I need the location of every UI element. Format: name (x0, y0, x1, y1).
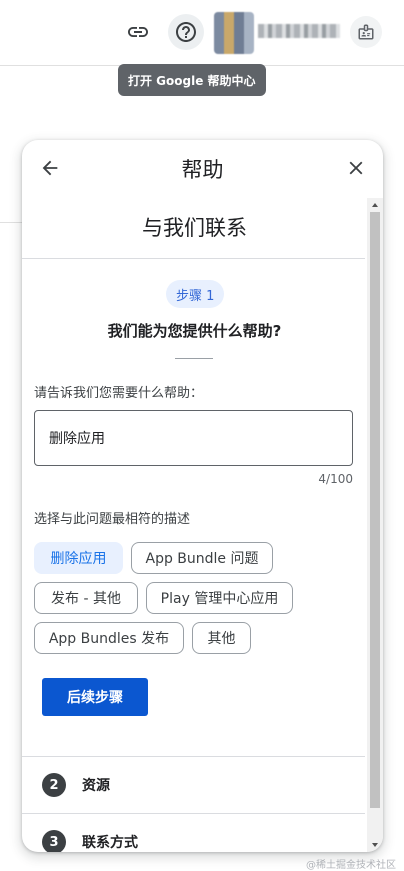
step-badge: 步骤 1 (166, 280, 225, 308)
chip-app-bundles-publish[interactable]: App Bundles 发布 (34, 622, 184, 654)
background-divider (0, 222, 24, 223)
avatar[interactable] (214, 12, 254, 54)
section-divider (22, 258, 365, 259)
chip-app-bundle-issue[interactable]: App Bundle 问题 (131, 542, 273, 574)
step-label: 资源 (82, 778, 110, 794)
issue-prompt-label: 请告诉我们您需要什么帮助： (34, 386, 204, 401)
help-tooltip: 打开 Google 帮助中心 (118, 64, 266, 96)
step-number: 3 (42, 830, 66, 852)
step-question: 我们能为您提供什么帮助? (107, 322, 282, 340)
scroll-up-arrow-icon[interactable] (367, 198, 383, 212)
step-row-contact[interactable]: 3 联系方式 (22, 814, 365, 852)
step-number: 2 (42, 773, 66, 797)
char-counter: 4/100 (318, 472, 353, 486)
help-circle-icon[interactable] (168, 14, 204, 50)
chip-delete-app[interactable]: 删除应用 (34, 542, 123, 574)
link-icon[interactable] (122, 16, 154, 48)
panel-scroll-body: 与我们联系 步骤 1 我们能为您提供什么帮助? 请告诉我们您需要什么帮助： 删除… (22, 198, 367, 852)
id-card-icon[interactable] (350, 16, 382, 48)
chip-other[interactable]: 其他 (192, 622, 251, 654)
panel-header: 帮助 (22, 140, 383, 198)
top-app-bar (0, 0, 404, 66)
describe-label: 选择与此问题最相符的描述 (34, 512, 191, 527)
scrollbar-thumb[interactable] (370, 212, 380, 808)
watermark: @稀土掘金技术社区 (306, 860, 396, 871)
account-name-redacted (258, 24, 340, 38)
step-row-resources[interactable]: 2 资源 (22, 757, 365, 813)
contact-title: 与我们联系 (142, 216, 247, 240)
chip-publish-other[interactable]: 发布 - 其他 (34, 582, 138, 614)
close-icon[interactable] (342, 154, 370, 182)
panel-title: 帮助 (181, 158, 224, 182)
vertical-scrollbar[interactable] (367, 198, 383, 852)
issue-input[interactable]: 删除应用 (34, 410, 353, 466)
step-label: 联系方式 (82, 835, 138, 851)
scroll-down-arrow-icon[interactable] (367, 838, 383, 852)
help-panel: 帮助 与我们联系 步骤 1 我们能为您提供什么帮助? 请告诉我们您需要什么帮助：… (22, 140, 383, 852)
next-step-button[interactable]: 后续步骤 (42, 678, 148, 716)
question-underline (175, 358, 213, 359)
chip-play-console-app[interactable]: Play 管理中心应用 (146, 582, 293, 614)
